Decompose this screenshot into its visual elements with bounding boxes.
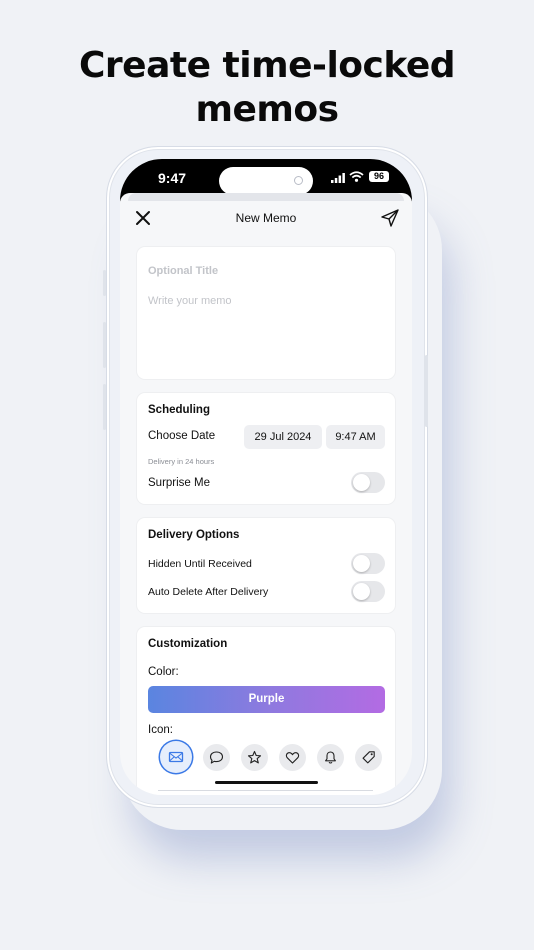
time-picker[interactable]: 9:47 AM	[326, 425, 385, 449]
bottom-divider	[158, 790, 373, 791]
section-title-scheduling: Scheduling	[148, 404, 210, 416]
scheduling-card: Scheduling Choose Date 29 Jul 2024 9:47 …	[137, 393, 395, 504]
surprise-me-label: Surprise Me	[148, 477, 210, 489]
dynamic-island	[219, 167, 313, 195]
icon-option-bell[interactable]	[317, 744, 344, 771]
icon-option-heart[interactable]	[279, 744, 306, 771]
new-memo-sheet: New Memo Optional Title Write your memo …	[120, 193, 412, 795]
phone-side-button	[425, 355, 428, 427]
page-title: New Memo	[235, 211, 297, 225]
section-title-customization: Customization	[148, 638, 228, 650]
title-input[interactable]: Optional Title	[148, 265, 218, 277]
phone-side-button	[103, 322, 106, 368]
phone-side-button	[103, 384, 106, 430]
signal-icon	[331, 173, 345, 183]
sheet-stack-edge	[128, 193, 404, 201]
toggle-knob	[353, 583, 370, 600]
choose-date-label: Choose Date	[148, 430, 216, 442]
send-icon[interactable]	[380, 208, 400, 228]
hidden-until-received-toggle[interactable]	[351, 553, 385, 574]
color-label: Color:	[148, 666, 179, 678]
auto-delete-toggle[interactable]	[351, 581, 385, 602]
headline-line-2: memos	[195, 89, 339, 130]
color-picker-button[interactable]: Purple	[148, 686, 385, 713]
phone-side-button	[103, 270, 106, 296]
headline-line-1: Create time-locked	[78, 45, 456, 86]
memo-card: Optional Title Write your memo	[137, 247, 395, 379]
wifi-icon	[349, 171, 364, 182]
heart-icon	[285, 752, 300, 764]
delivery-note: Delivery in 24 hours	[148, 457, 215, 466]
date-picker[interactable]: 29 Jul 2024	[244, 425, 322, 449]
camera-icon	[294, 176, 303, 185]
envelope-icon	[168, 751, 184, 763]
speech-bubble-icon	[209, 751, 224, 764]
home-indicator	[215, 781, 318, 784]
toggle-knob	[353, 474, 370, 491]
nav-bar: New Memo	[120, 201, 412, 235]
memo-body-input[interactable]: Write your memo	[148, 295, 232, 307]
icon-option-speech-bubble[interactable]	[203, 744, 230, 771]
battery-icon: 96	[369, 171, 389, 182]
phone-screen: 9:47 96 New Memo Optional Title Write yo…	[120, 159, 412, 795]
icon-option-tag[interactable]	[355, 744, 382, 771]
section-title-delivery: Delivery Options	[148, 529, 240, 541]
icon-label: Icon:	[148, 724, 173, 736]
delivery-options-card: Delivery Options Hidden Until Received A…	[137, 518, 395, 613]
star-icon	[247, 750, 262, 764]
icon-option-envelope[interactable]	[160, 741, 192, 773]
surprise-me-toggle[interactable]	[351, 472, 385, 493]
auto-delete-label: Auto Delete After Delivery	[148, 586, 269, 598]
icon-option-star[interactable]	[241, 744, 268, 771]
tag-icon	[362, 751, 375, 764]
hidden-until-received-label: Hidden Until Received	[148, 558, 252, 570]
headline: Create time-locked memos	[0, 44, 534, 132]
toggle-knob	[353, 555, 370, 572]
bell-icon	[325, 751, 336, 764]
status-time: 9:47	[158, 170, 187, 186]
customization-card: Customization Color: Purple Icon:	[137, 627, 395, 795]
